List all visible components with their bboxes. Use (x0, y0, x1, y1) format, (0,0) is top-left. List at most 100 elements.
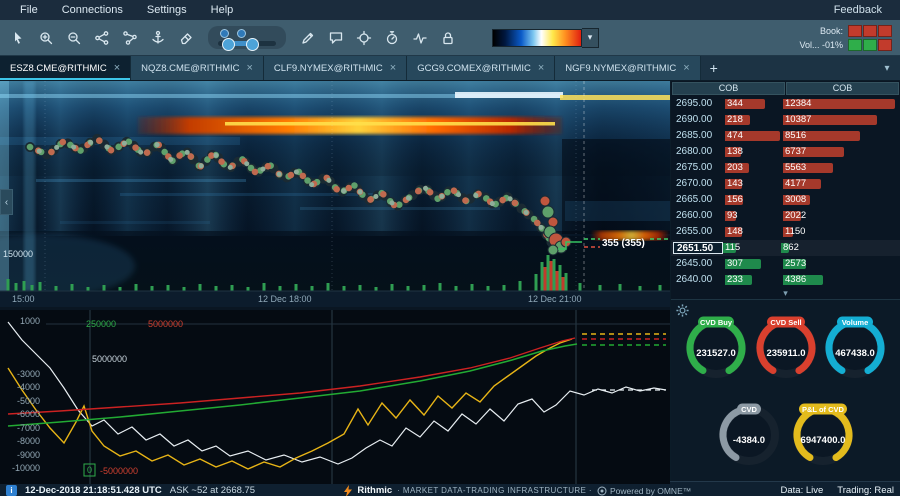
panel-collapse-button[interactable]: ‹ (0, 189, 13, 215)
size-value: 138 (725, 146, 743, 157)
svg-text:-7000: -7000 (17, 423, 40, 433)
lock-icon[interactable] (436, 26, 460, 50)
chart-column: ‹ (0, 81, 670, 481)
cob-panel: COB COB 2695.00 344 12384 2690.00 218 10… (671, 81, 900, 299)
cob-row[interactable]: 2640.00 233 4386 (671, 272, 900, 288)
tab-clf9[interactable]: CLF9.NYMEX@RITHMIC × (264, 56, 407, 80)
size-value: 474 (725, 130, 743, 141)
book-label: Book: (820, 26, 843, 36)
cursor-icon[interactable] (6, 26, 30, 50)
chevron-down-icon[interactable]: ▾ (582, 28, 599, 48)
heatmap-color-legend[interactable]: ▾ (492, 28, 599, 48)
cob-row[interactable]: 2685.00 474 8516 (671, 128, 900, 144)
size-value: 148 (725, 226, 743, 237)
info-icon[interactable]: i (6, 485, 17, 496)
brand-name: Rithmic (357, 485, 392, 496)
cob-row[interactable]: 2665.00 156 3008 (671, 192, 900, 208)
neg-scale-label: -5000000 (100, 466, 138, 476)
size-value: 218 (725, 114, 743, 125)
share-icon[interactable] (90, 26, 114, 50)
time-axis: 15:00 12 Dec 18:00 12 Dec 21:00 (0, 291, 670, 307)
tab-label: GCG9.COMEX@RITHMIC (417, 63, 531, 74)
slider-handle-right[interactable] (246, 38, 259, 51)
vol-label: Vol... -01% (799, 40, 843, 50)
gauge-cvd: CVD -4384.0 (716, 402, 782, 468)
heatmap-chart[interactable]: 355 (355) 150000 15:00 12 Dec 18:00 12 D… (0, 81, 670, 307)
cob-row[interactable]: 2670.00 143 4177 (671, 176, 900, 192)
close-icon[interactable]: × (683, 63, 689, 74)
menu-help[interactable]: Help (201, 2, 244, 18)
svg-text:-8000: -8000 (17, 436, 40, 446)
cob-row[interactable]: 2690.00 218 10387 (671, 112, 900, 128)
close-icon[interactable]: × (246, 63, 252, 74)
slider-handle-left[interactable] (222, 38, 235, 51)
depth-value: 2022 (783, 210, 806, 221)
gauge-row: CVD -4384.0 P&L of CVD 6947400.0 (671, 402, 900, 468)
crosshair-icon[interactable] (352, 26, 376, 50)
price-level: 2690.00 (671, 114, 725, 125)
vol-status-squares (848, 39, 892, 51)
cob-row[interactable]: 2695.00 344 12384 (671, 96, 900, 112)
indicator-chart[interactable]: 1000 -3000 -4000 -5000 -6000 -7000 -8000… (0, 310, 670, 484)
toolbar: ▾ Book: Vol... -01% (0, 20, 900, 56)
menu-feedback[interactable]: Feedback (826, 2, 890, 18)
svg-text:-4000: -4000 (17, 382, 40, 392)
lightning-icon (344, 485, 352, 496)
gauge-value: 235911.0 (766, 348, 805, 359)
mid-scale-label: 5000000 (92, 354, 127, 364)
close-icon[interactable]: × (390, 63, 396, 74)
chat-icon[interactable] (324, 26, 348, 50)
heatmap-contrast-slider[interactable] (208, 26, 286, 49)
menu-file[interactable]: File (10, 2, 48, 18)
cob-row[interactable]: 2675.00 203 5563 (671, 160, 900, 176)
anchor-icon[interactable] (146, 26, 170, 50)
price-level: 2645.00 (671, 258, 725, 269)
menu-settings[interactable]: Settings (137, 2, 197, 18)
depth-value: 862 (781, 242, 799, 253)
cob-row[interactable]: 2680.00 138 6737 (671, 144, 900, 160)
pulse-icon[interactable] (408, 26, 432, 50)
size-value: 115 (723, 242, 740, 253)
graph-nodes-icon[interactable] (118, 26, 142, 50)
depth-value: 3008 (783, 194, 806, 205)
zoom-in-icon[interactable] (34, 26, 58, 50)
tab-esz8[interactable]: ESZ8.CME@RITHMIC × (0, 56, 131, 80)
slider-track[interactable] (218, 41, 276, 46)
price-level: 2680.00 (671, 146, 725, 157)
size-value: 203 (725, 162, 743, 173)
size-value: 93 (725, 210, 738, 221)
size-value: 307 (725, 258, 743, 269)
cob-header-left: COB (672, 82, 785, 95)
gauge-pnl-of-cvd: P&L of CVD 6947400.0 (790, 402, 856, 468)
cob-row[interactable]: 2655.00 148 1150 (671, 224, 900, 240)
depth-value: 12384 (783, 98, 811, 109)
pencil-icon[interactable] (296, 26, 320, 50)
slider-preset-buttons[interactable] (218, 29, 276, 38)
close-icon[interactable]: × (538, 63, 544, 74)
cob-row-current-price[interactable]: 2651.50 115 862 (671, 240, 900, 256)
cob-header: COB COB (671, 81, 900, 96)
stopwatch-icon[interactable] (380, 26, 404, 50)
cob-collapse-chevron-icon[interactable]: ▾ (671, 288, 900, 299)
cob-row[interactable]: 2660.00 93 2022 (671, 208, 900, 224)
price-level: 2640.00 (671, 274, 725, 285)
book-volume-status: Book: Vol... -01% (799, 25, 894, 51)
gauge-label: Volume (842, 318, 869, 327)
size-value: 143 (725, 178, 743, 189)
timestamp: 12-Dec-2018 21:18:51.428 UTC (25, 485, 162, 496)
price-level: 2665.00 (671, 194, 725, 205)
price-level: 2655.00 (671, 226, 725, 237)
svg-text:-5000: -5000 (17, 396, 40, 406)
tab-ngf9[interactable]: NGF9.NYMEX@RITHMIC × (555, 56, 700, 80)
tab-nqz8[interactable]: NQZ8.CME@RITHMIC × (131, 56, 264, 80)
gear-icon[interactable] (676, 304, 689, 320)
cob-row[interactable]: 2645.00 307 2573 (671, 256, 900, 272)
close-icon[interactable]: × (114, 63, 120, 74)
tab-gcg9[interactable]: GCG9.COMEX@RITHMIC × (407, 56, 555, 80)
eraser-icon[interactable] (174, 26, 198, 50)
powered-by: Powered by OMNE™ (597, 486, 691, 496)
zoom-out-icon[interactable] (62, 26, 86, 50)
add-tab-button[interactable]: + (701, 56, 727, 80)
menu-connections[interactable]: Connections (52, 2, 133, 18)
tab-overflow-chevron-icon[interactable]: ▾ (874, 56, 900, 80)
